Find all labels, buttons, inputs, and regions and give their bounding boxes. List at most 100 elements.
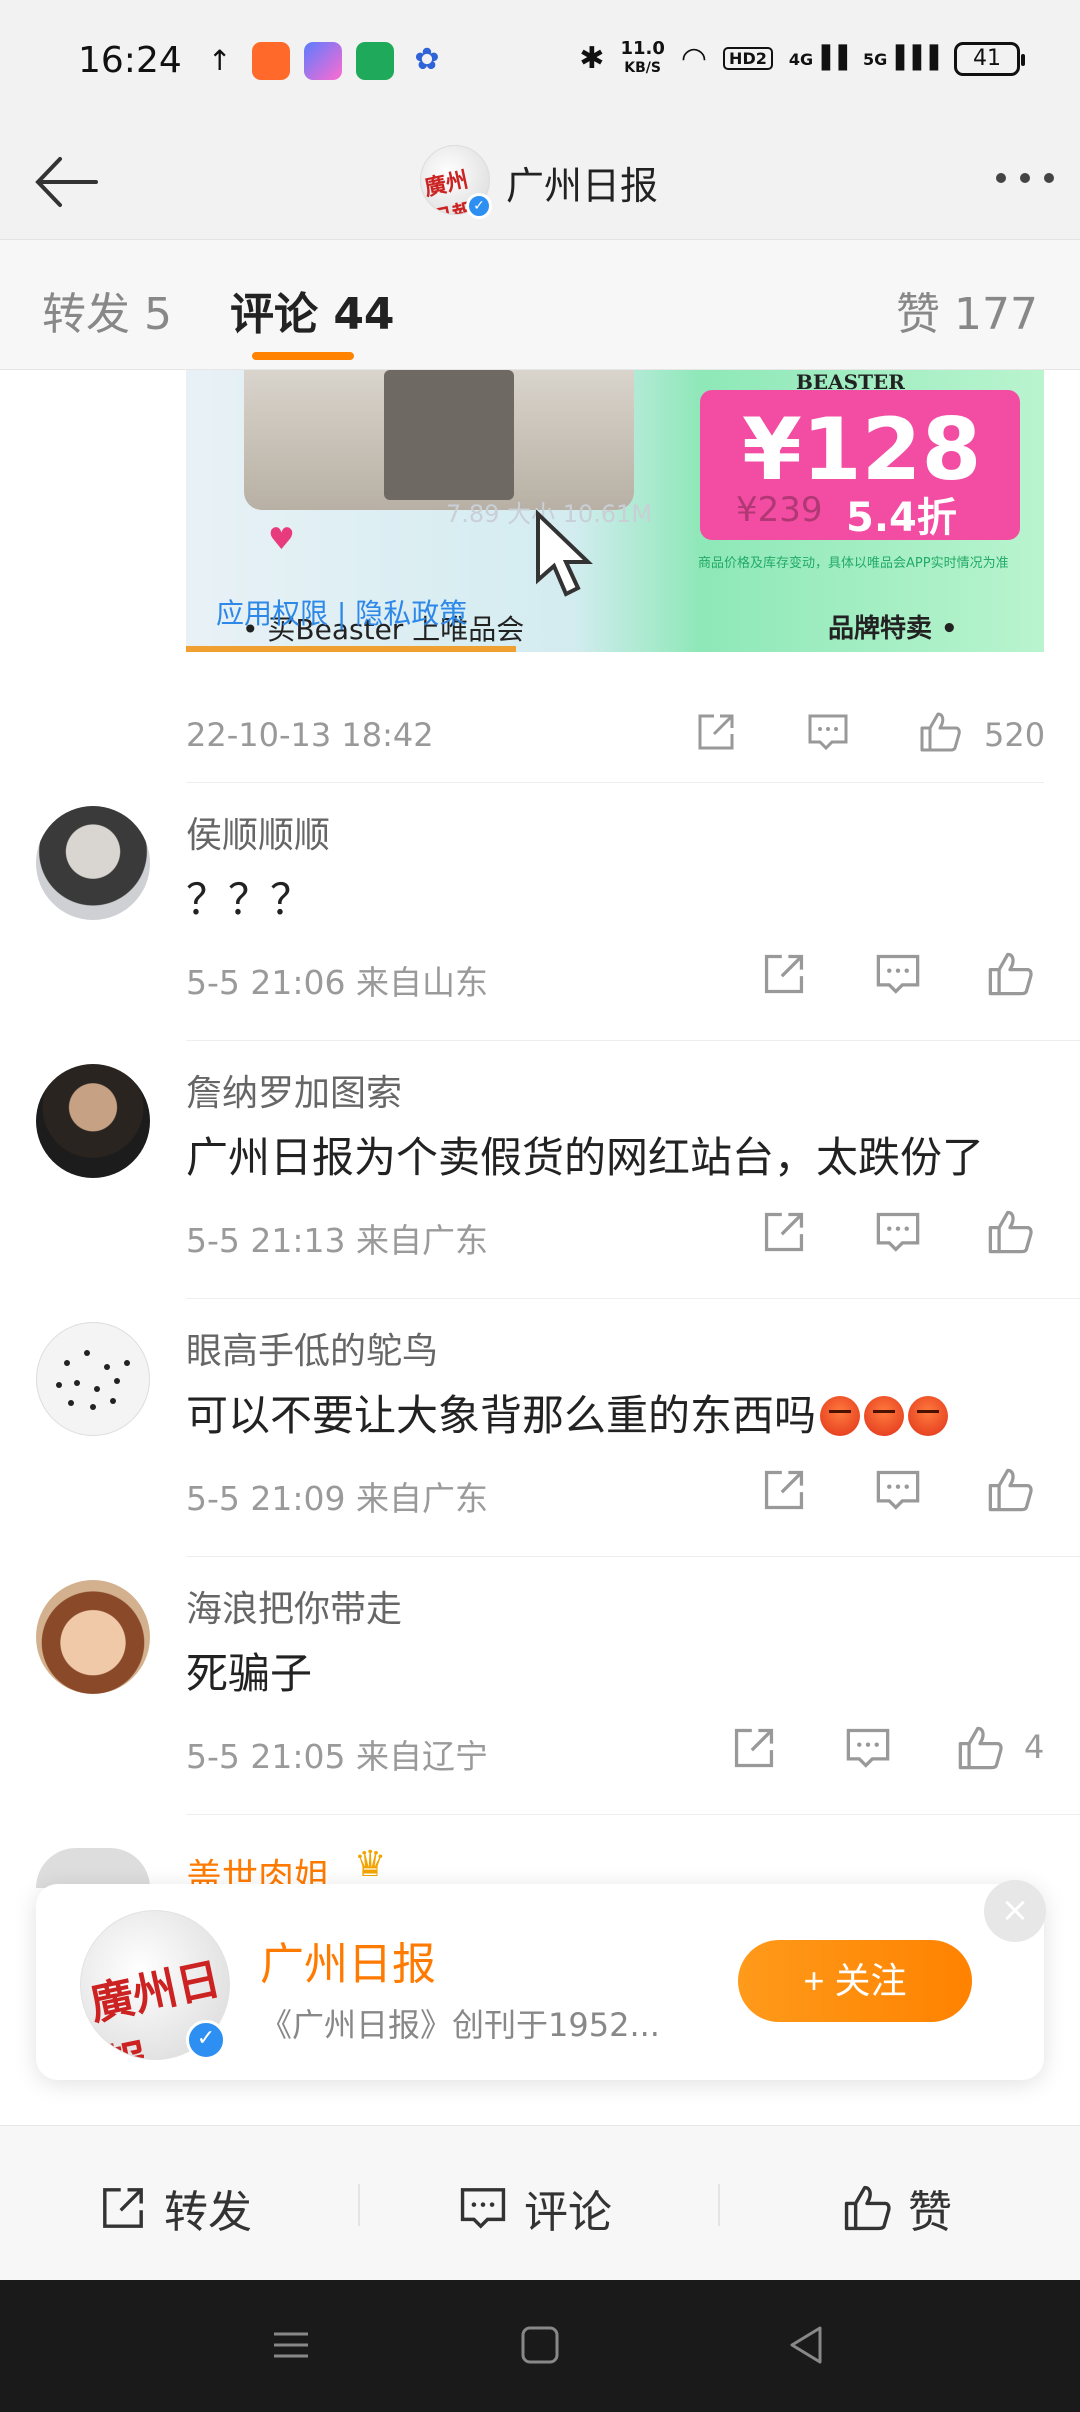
- repost-icon[interactable]: [760, 950, 808, 998]
- comment-text: 可以不要让大象背那么重的东西吗: [186, 1382, 949, 1443]
- app-notification-icon: [356, 42, 394, 80]
- divider: [718, 2184, 720, 2226]
- avatar[interactable]: [36, 1580, 150, 1694]
- avatar[interactable]: [36, 1322, 150, 1436]
- commenter-name[interactable]: 海浪把你带走: [186, 1580, 402, 1632]
- like-icon[interactable]: [986, 950, 1034, 998]
- net-speed: 11.0 KB/S: [620, 38, 665, 77]
- repost-label: 转发: [164, 2187, 252, 2238]
- commenter-name[interactable]: 侯顺顺顺: [186, 806, 330, 858]
- app-notification-icon: [252, 42, 290, 80]
- comment-icon[interactable]: [874, 1466, 922, 1514]
- angry-emoji-icon: [908, 1396, 949, 1436]
- status-time: 16:24: [78, 40, 182, 81]
- signal-4g: 4G▐▐: [788, 46, 847, 71]
- status-icons: ✱ 11.0 KB/S ◠ HD2 4G▐▐ 5G▐▐▐ 41: [579, 38, 1025, 77]
- page-title[interactable]: 广州日报: [506, 155, 658, 210]
- bluetooth-icon: ✱: [579, 41, 605, 76]
- hd-badge: HD2: [723, 47, 773, 70]
- divider: [186, 1814, 1080, 1815]
- repost-icon[interactable]: [694, 710, 738, 754]
- app-notification-icon: [304, 42, 342, 80]
- menu-icon[interactable]: [266, 2320, 316, 2370]
- system-nav-bar: [0, 2280, 1080, 2412]
- comment-item[interactable]: 海浪把你带走 死骗子 5-5 21:05 来自辽宁 4: [0, 1556, 1080, 1814]
- home-icon[interactable]: [515, 2320, 565, 2370]
- tab-likes[interactable]: 赞 177: [896, 278, 1038, 342]
- comment-icon: [460, 2188, 506, 2229]
- upload-arrow-icon: ↑: [208, 44, 232, 77]
- comment-item[interactable]: 侯顺顺顺 ？？？ 5-5 21:06 来自山东: [0, 782, 1080, 1040]
- heart-icon: ♥: [268, 522, 295, 557]
- like-icon[interactable]: [918, 710, 962, 754]
- tab-bar: 转发 5 评论 44 赞 177: [0, 240, 1080, 370]
- post-media-image[interactable]: BEASTER ¥128 ¥239 5.4折 商品价格及库存变动，具体以唯品会A…: [186, 370, 1044, 652]
- comment-icon[interactable]: [806, 710, 850, 754]
- repost-button[interactable]: 转发: [98, 2176, 252, 2240]
- repost-icon[interactable]: [730, 1724, 778, 1772]
- caption-right: 品牌特卖 •: [828, 614, 958, 644]
- policy-link[interactable]: 应用权限 | 隐私政策: [216, 592, 467, 632]
- like-button[interactable]: 赞: [842, 2176, 952, 2240]
- comment-text: 死骗子: [186, 1649, 313, 1698]
- tab-repost[interactable]: 转发 5: [42, 278, 172, 342]
- tab-comments[interactable]: 评论 44: [230, 278, 395, 342]
- cursor-icon: [536, 510, 593, 597]
- close-icon[interactable]: ×: [984, 1880, 1046, 1942]
- repost-icon[interactable]: [760, 1208, 808, 1256]
- divider: [358, 2184, 360, 2226]
- commenter-name[interactable]: 詹纳罗加图索: [186, 1064, 402, 1116]
- nav-bar: 廣州日報 ✓ 广州日报: [0, 125, 1080, 240]
- like-icon[interactable]: [986, 1466, 1034, 1514]
- follow-button[interactable]: + 关注: [738, 1940, 972, 2022]
- brand-logo: BEASTER: [796, 370, 905, 394]
- status-bar: 16:24 ↑ ✿ ✱ 11.0 KB/S ◠ HD2 4G▐▐ 5G▐▐▐ 41: [0, 0, 1080, 125]
- post-date: 22-10-13 18:42: [186, 716, 434, 754]
- wifi-icon: ◠: [680, 41, 708, 76]
- follow-suggestion-card[interactable]: 廣州日報 ✓ 广州日报 《广州日报》创刊于1952... + 关注 ×: [36, 1880, 1046, 2080]
- like-icon[interactable]: [986, 1208, 1034, 1256]
- angry-emoji-icon: [864, 1396, 905, 1436]
- crown-icon: ♛: [354, 1844, 387, 1885]
- signal-5g: 5G▐▐▐: [862, 46, 938, 71]
- comment-label: 评论: [524, 2187, 612, 2238]
- comment-meta: 5-5 21:05 来自辽宁: [186, 1737, 488, 1776]
- fine-print: 商品价格及库存变动，具体以唯品会APP实时情况为准: [698, 556, 1009, 571]
- repost-icon[interactable]: [760, 1466, 808, 1514]
- account-name[interactable]: 广州日报: [260, 1928, 436, 1992]
- comment-button[interactable]: 评论: [458, 2176, 612, 2240]
- comment-meta: 5-5 21:06 来自山东: [186, 963, 488, 1002]
- back-icon[interactable]: [782, 2320, 832, 2370]
- battery-icon: 41: [954, 41, 1025, 76]
- comment-item[interactable]: 眼高手低的鸵鸟 可以不要让大象背那么重的东西吗 5-5 21:09 来自广东: [0, 1298, 1080, 1556]
- like-icon: [844, 2185, 891, 2231]
- baidu-icon: ✿: [414, 42, 440, 77]
- comment-feed[interactable]: BEASTER ¥128 ¥239 5.4折 商品价格及库存变动，具体以唯品会A…: [0, 370, 1080, 2125]
- comment-meta: 5-5 21:13 来自广东: [186, 1221, 488, 1260]
- comment-icon[interactable]: [874, 950, 922, 998]
- like-count: 520: [984, 716, 1046, 754]
- verified-icon: ✓: [186, 2020, 226, 2060]
- verified-icon: ✓: [466, 193, 492, 219]
- video-progress: [186, 646, 516, 652]
- like-label: 赞: [908, 2187, 952, 2238]
- active-tab-indicator: [252, 352, 354, 360]
- commenter-name[interactable]: 眼高手低的鸵鸟: [186, 1322, 438, 1374]
- avatar[interactable]: [36, 806, 150, 920]
- comment-item[interactable]: 詹纳罗加图索 广州日报为个卖假货的网红站台，太跌份了 5-5 21:13 来自广…: [0, 1040, 1080, 1298]
- avatar[interactable]: [36, 1848, 150, 1888]
- more-icon[interactable]: [996, 173, 1054, 183]
- comment-text: 广州日报为个卖假货的网红站台，太跌份了: [186, 1133, 985, 1182]
- angry-emoji-icon: [820, 1396, 861, 1436]
- account-description: 《广州日报》创刊于1952...: [260, 2006, 660, 2044]
- like-icon[interactable]: [956, 1724, 1004, 1772]
- product-photo: [244, 370, 634, 510]
- comment-icon[interactable]: [874, 1208, 922, 1256]
- comment-icon[interactable]: [844, 1724, 892, 1772]
- like-count: 4: [1024, 1728, 1045, 1766]
- back-arrow-icon[interactable]: [30, 147, 100, 217]
- comment-meta: 5-5 21:09 来自广东: [186, 1479, 488, 1518]
- avatar[interactable]: [36, 1064, 150, 1178]
- overlay-text: 7.89 大小 10.61M: [446, 500, 653, 528]
- comment-text: ？？？: [186, 875, 313, 924]
